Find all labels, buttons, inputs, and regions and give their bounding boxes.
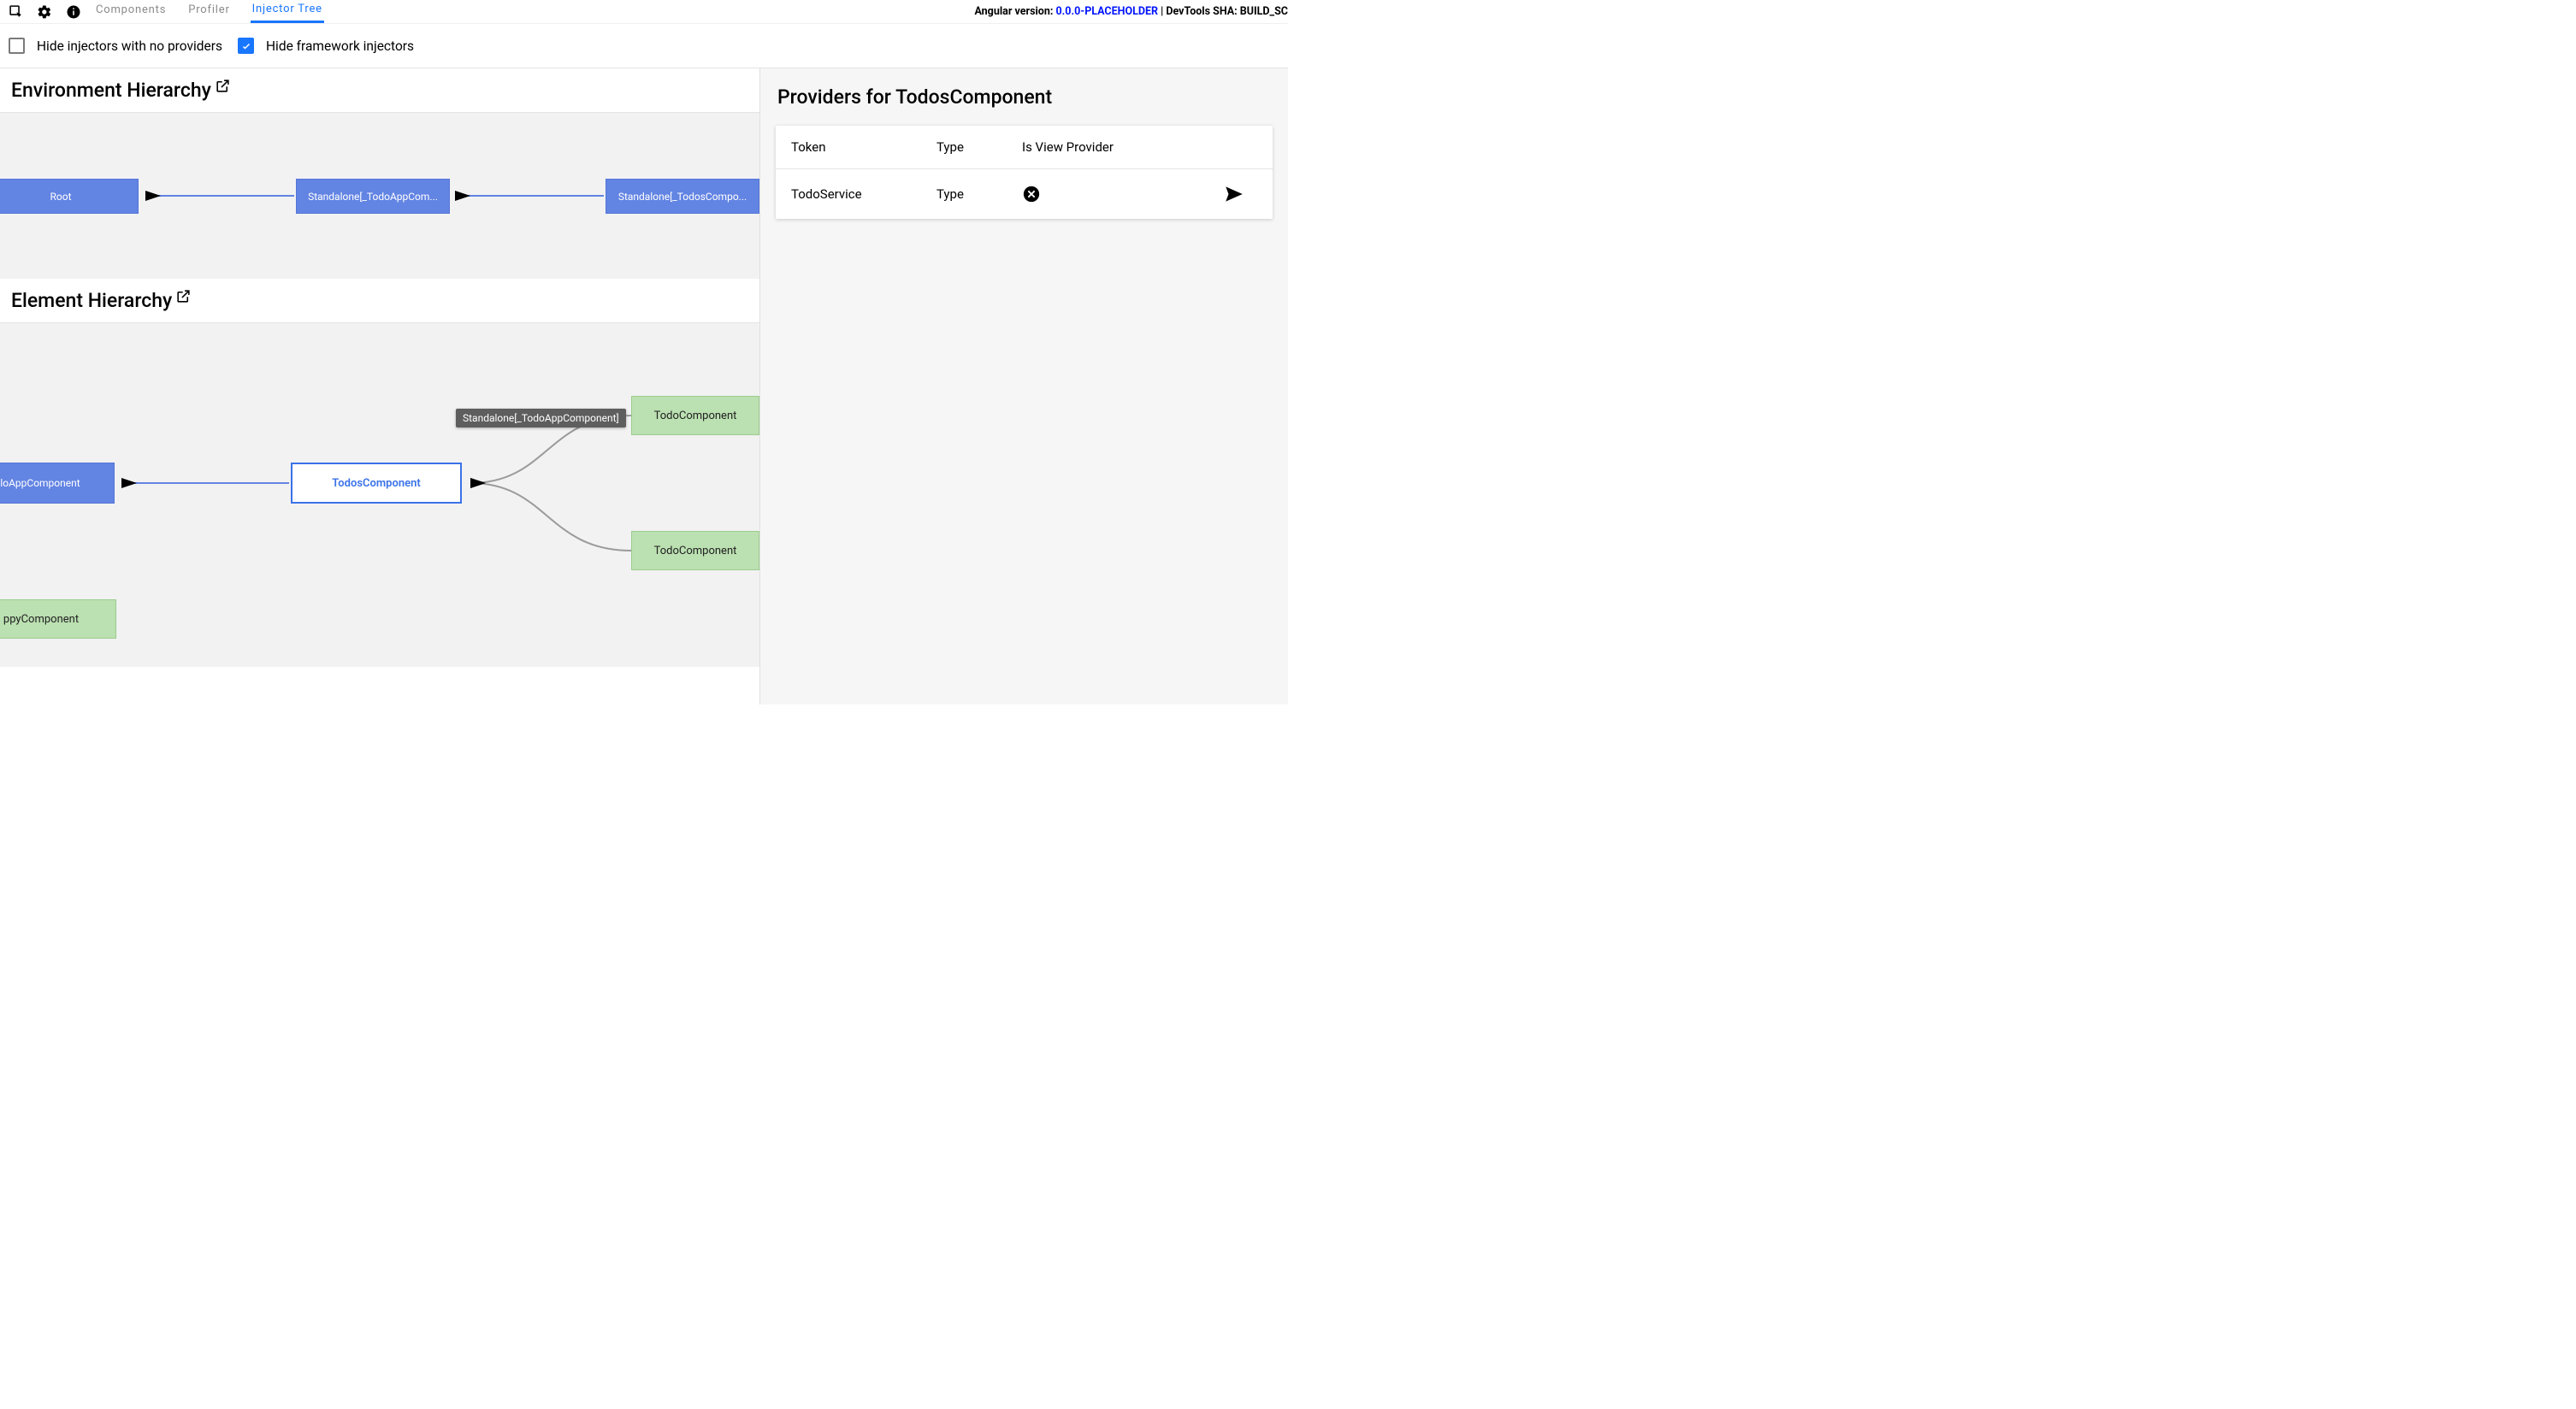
env-node-todoscomp[interactable]: Standalone[_TodosCompo... [606,179,759,214]
th-token: Token [791,139,936,155]
gear-icon[interactable] [36,3,53,21]
open-in-new-icon[interactable] [175,286,192,310]
elem-node-zippy[interactable]: ppyComponent [0,599,116,639]
th-isview: Is View Provider [1022,139,1223,155]
cell-token: TodoService [791,186,936,202]
tab-injector-tree[interactable]: Injector Tree [251,1,324,23]
table-row[interactable]: TodoService Type [776,169,1273,219]
elem-node-todos-selected[interactable]: TodosComponent [291,463,462,504]
tab-components[interactable]: Components [94,2,168,21]
th-type: Type [936,139,1022,155]
open-in-new-icon[interactable] [215,76,231,99]
elem-node-todo-1[interactable]: TodoComponent [631,396,759,435]
elem-node-todo-2[interactable]: TodoComponent [631,531,759,570]
left-pane: Environment Hierarchy Root Standalone[_ [0,68,760,704]
label-hide-framework: Hide framework injectors [266,38,414,54]
info-icon[interactable] [65,3,82,21]
inspect-icon[interactable] [7,3,24,21]
version-info: Angular version: 0.0.0-PLACEHOLDER | Dev… [974,0,1288,18]
env-node-todoapp[interactable]: Standalone[_TodoAppCom... [296,179,450,214]
right-pane: Providers for TodosComponent Token Type … [760,68,1288,704]
label-hide-no-providers: Hide injectors with no providers [37,38,222,54]
cell-type: Type [936,186,1022,202]
tooltip: Standalone[_TodoAppComponent] [456,409,626,427]
tab-profiler[interactable]: Profiler [186,2,231,21]
elem-graph[interactable]: loAppComponent TodosComponent TodoCompon… [0,323,759,667]
env-graph[interactable]: Root Standalone[_TodoAppCom... Standalon… [0,113,759,279]
providers-table: Token Type Is View Provider TodoService … [776,126,1273,219]
options-row: Hide injectors with no providers Hide fr… [0,24,1288,68]
version-link[interactable]: 0.0.0-PLACEHOLDER [1056,5,1159,18]
table-header-row: Token Type Is View Provider [776,126,1273,169]
section-title-env: Environment Hierarchy [0,68,759,113]
env-node-root[interactable]: Root [0,179,139,214]
checkbox-hide-framework[interactable] [238,38,254,54]
checkbox-hide-no-providers[interactable] [9,38,25,54]
cancel-icon [1022,185,1223,203]
send-icon[interactable] [1223,183,1257,205]
tab-bar: Components Profiler Injector Tree Angula… [0,0,1288,24]
providers-title: Providers for TodosComponent [776,85,1273,109]
elem-node-todoapp[interactable]: loAppComponent [0,463,115,504]
section-title-elem: Element Hierarchy [0,279,759,323]
